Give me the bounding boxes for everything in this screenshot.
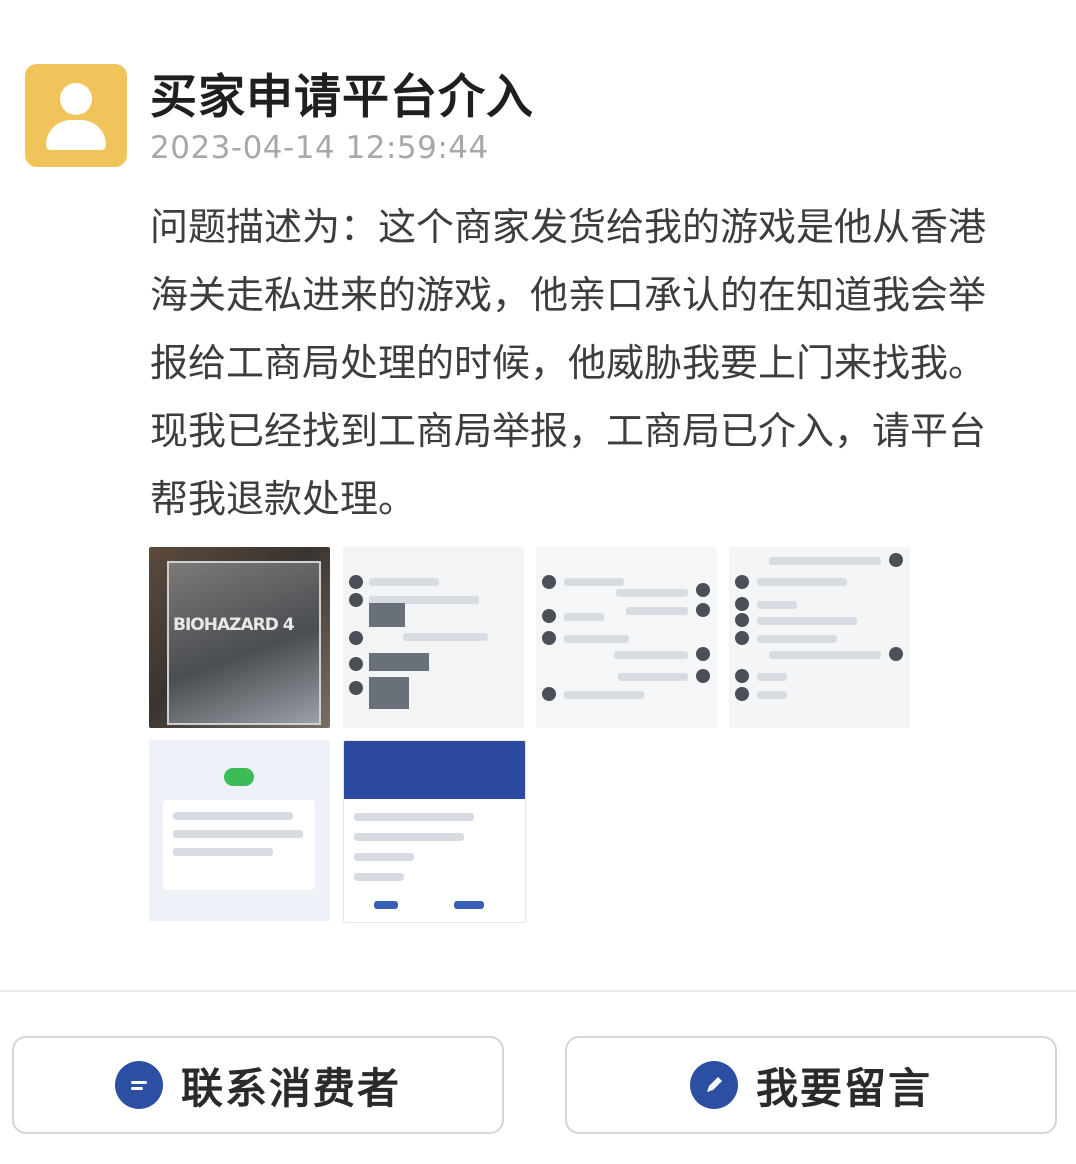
leave-message-label: 我要留言 — [755, 1063, 932, 1113]
attachment-chat-screenshot-2[interactable] — [536, 547, 717, 728]
description-line: 问题描述为：这个商家发货给我的游戏是他从香港 — [150, 205, 987, 249]
intervention-card: 买家申请平台介入 2023-04-14 12:59:44 问题描述为：这个商家发… — [0, 0, 1076, 990]
user-avatar-icon — [25, 64, 127, 167]
attachment-merchant-info-screenshot[interactable] — [343, 740, 526, 923]
leave-message-button[interactable]: 我要留言 — [565, 1036, 1057, 1134]
attachment-photo-game-box[interactable]: BIOHAZARD 4 — [149, 547, 330, 728]
chat-icon — [114, 1061, 163, 1109]
request-timestamp: 2023-04-14 12:59:44 — [150, 130, 489, 166]
description-line: 报给工商局处理的时候，他威胁我要上门来找我。 — [150, 341, 987, 385]
request-title: 买家申请平台介入 — [150, 70, 534, 125]
game-box-label: BIOHAZARD 4 — [173, 615, 295, 635]
description-line: 现我已经找到工商局举报，工商局已介入，请平台 — [150, 409, 987, 453]
description-line: 帮我退款处理。 — [150, 477, 417, 521]
attachment-chat-screenshot-1[interactable] — [343, 547, 524, 728]
attachment-chat-screenshot-3[interactable] — [729, 547, 910, 728]
divider — [0, 990, 1076, 992]
contact-consumer-label: 联系消费者 — [180, 1063, 401, 1113]
attachment-report-screenshot[interactable] — [149, 740, 330, 921]
edit-icon — [689, 1061, 738, 1109]
description-line: 海关走私进来的游戏，他亲口承认的在知道我会举 — [150, 273, 987, 317]
contact-consumer-button[interactable]: 联系消费者 — [12, 1036, 504, 1134]
problem-description: 问题描述为：这个商家发货给我的游戏是他从香港 海关走私进来的游戏，他亲口承认的在… — [150, 193, 1050, 533]
